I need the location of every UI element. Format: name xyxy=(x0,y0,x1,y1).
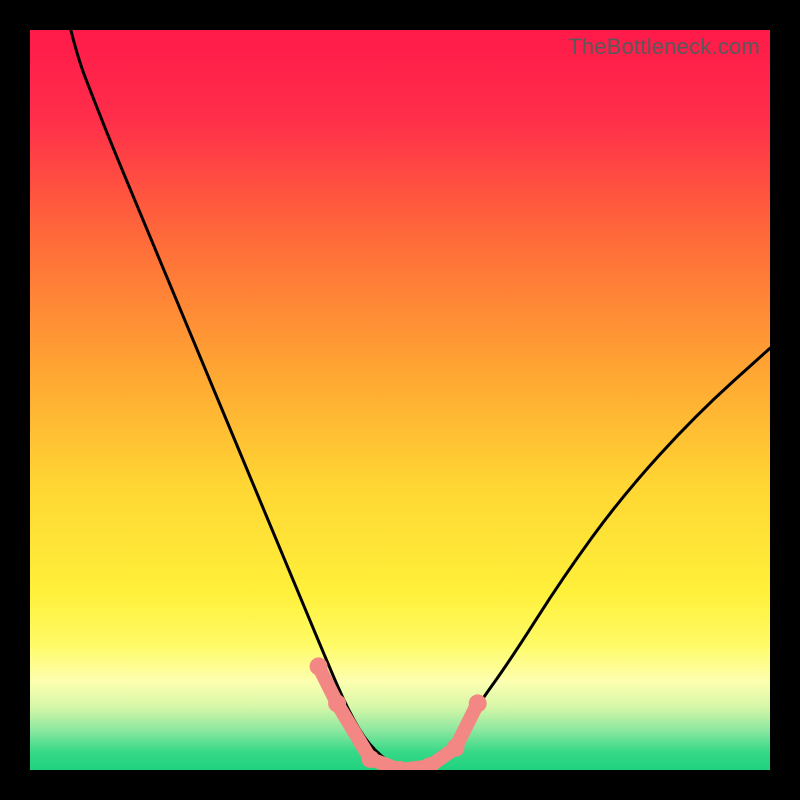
curve-marker-point xyxy=(310,657,328,675)
curve-markers xyxy=(310,657,487,770)
curve-marker-point xyxy=(469,694,487,712)
curve-marker-point xyxy=(361,750,379,768)
plot-area: TheBottleneck.com xyxy=(30,30,770,770)
bottleneck-curve-line xyxy=(30,30,770,770)
curve-marker-point xyxy=(447,739,465,757)
curve-marker-point xyxy=(328,694,346,712)
bottleneck-curve-svg xyxy=(30,30,770,770)
